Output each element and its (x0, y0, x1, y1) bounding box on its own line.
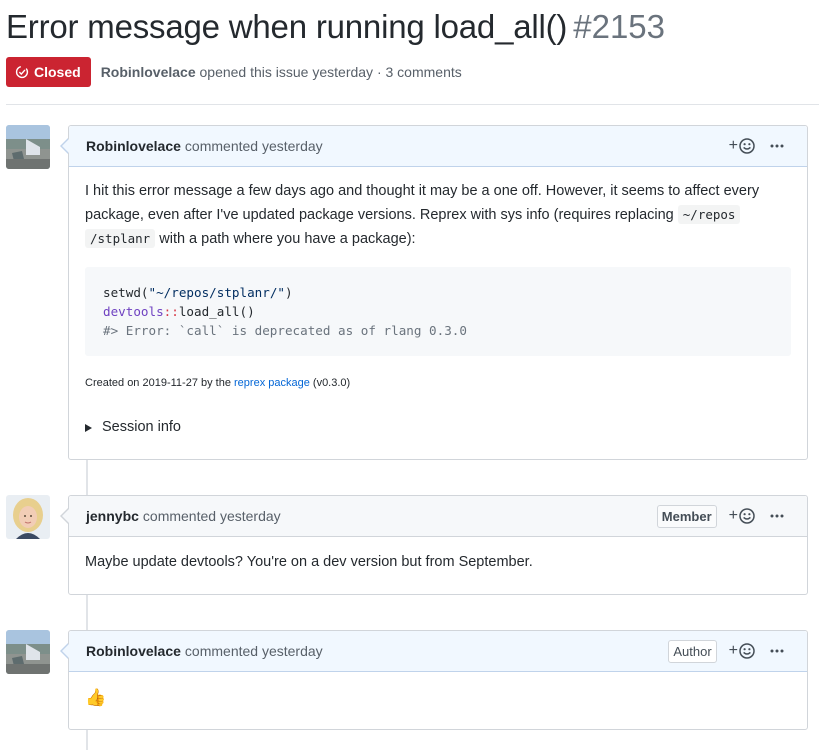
add-reaction-button[interactable]: + (729, 507, 755, 525)
comment-actions: + (729, 126, 785, 166)
comment-1: Robinlovelace commented yesterday + I hi… (60, 125, 808, 460)
comment-options-button[interactable] (769, 508, 785, 524)
smiley-icon (739, 643, 755, 659)
comment-timestamp[interactable]: commented yesterday (143, 508, 281, 524)
timeline-line (86, 595, 88, 630)
comment-paragraph: Maybe update devtools? You're on a dev v… (85, 554, 533, 570)
issue-title: Error message when running load_all() (6, 8, 568, 45)
kebab-horizontal-icon (770, 514, 784, 518)
smiley-icon (739, 508, 755, 524)
comment-author[interactable]: Robinlovelace (86, 643, 181, 659)
state-badge: Closed (6, 57, 91, 87)
opener-link[interactable]: Robinlovelace (101, 64, 196, 80)
member-badge: Member (656, 504, 717, 528)
comment-actions: Author + (668, 631, 785, 671)
comment-timestamp[interactable]: commented yesterday (185, 643, 323, 659)
avatar-robinlovelace[interactable] (6, 630, 50, 674)
reprex-footer: Created on 2019-11-27 by the reprex pack… (85, 377, 351, 389)
code-block: setwd("~/repos/stplanr/") devtools::load… (85, 267, 791, 356)
details-summary: Session info (102, 419, 181, 435)
avatar-robinlovelace[interactable] (6, 125, 50, 169)
inline-code: /stplanr (85, 229, 156, 248)
comment-header: Robinlovelace commented yesterday Author… (60, 631, 807, 672)
disclosure-triangle-icon (85, 423, 92, 432)
avatar-jennybc[interactable] (6, 495, 50, 539)
add-reaction-button[interactable]: + (729, 642, 755, 660)
comment-2: jennybc commented yesterday Member + May… (60, 495, 808, 595)
comment-timestamp[interactable]: commented yesterday (185, 138, 323, 154)
issue-closed-icon (15, 65, 29, 79)
header-divider (6, 104, 819, 105)
comment-body: 👍 (69, 686, 807, 709)
issue-meta-text: Robinlovelace opened this issue yesterda… (101, 64, 462, 80)
kebab-horizontal-icon (770, 144, 784, 148)
comment-author[interactable]: Robinlovelace (86, 138, 181, 154)
issue-number: #2153 (573, 8, 665, 45)
author-badge: Author (668, 639, 717, 663)
issue-meta: Closed Robinlovelace opened this issue y… (6, 57, 462, 87)
timeline-line (86, 730, 88, 750)
opened-text: opened this issue yesterday · 3 comments (199, 64, 462, 80)
comment-header: jennybc commented yesterday Member + (60, 496, 807, 537)
issue-title-row: Error message when running load_all() #21… (6, 8, 665, 52)
comment-paragraph: I hit this error message a few days ago … (85, 183, 760, 248)
comment-header: Robinlovelace commented yesterday + (60, 126, 807, 167)
comment-options-button[interactable] (769, 643, 785, 659)
comment-options-button[interactable] (769, 138, 785, 154)
comment-actions: Member + (656, 496, 785, 536)
state-label: Closed (34, 64, 81, 80)
timeline-line (86, 460, 88, 495)
reprex-package-link[interactable]: reprex package (234, 377, 310, 389)
session-info-details[interactable]: Session info (85, 416, 791, 439)
inline-code: ~/repos (677, 205, 741, 224)
comment-body: I hit this error message a few days ago … (69, 180, 807, 439)
comment-author[interactable]: jennybc (86, 508, 139, 524)
thumbs-up-emoji: 👍 (85, 688, 107, 707)
kebab-horizontal-icon (770, 649, 784, 653)
smiley-icon (739, 138, 755, 154)
comment-3: Robinlovelace commented yesterday Author… (60, 630, 808, 730)
add-reaction-button[interactable]: + (729, 137, 755, 155)
comment-body: Maybe update devtools? You're on a dev v… (69, 551, 807, 574)
